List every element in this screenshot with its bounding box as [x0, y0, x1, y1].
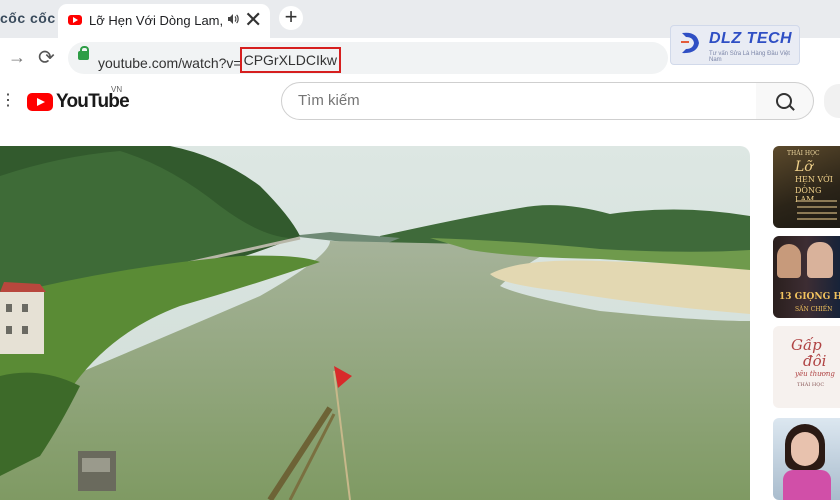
recommended-video-thumbnail[interactable]: THÁI HỌC Lỡ HẸN VỚI DÒNG LAM [773, 146, 840, 228]
address-bar[interactable]: youtube.com/watch?v= CPGrXLDCIkw [68, 42, 668, 74]
youtube-header: ⋮ YouTube VN Tìm kiếm [0, 78, 840, 126]
search-icon [776, 93, 792, 109]
new-tab-button[interactable]: + [279, 6, 303, 30]
watermark-name: DLZ TECH [709, 30, 793, 47]
tab-title: Lỡ Hẹn Với Dòng Lam, Tìm [89, 13, 224, 28]
video-id-highlight: CPGrXLDCIkw [239, 47, 341, 73]
thumb-text: đôi [803, 352, 827, 370]
close-tab-icon[interactable]: ✕ [244, 7, 262, 33]
recommended-video-thumbnail[interactable]: 13 GIỌNG HÁT SẤN CHIẾN [773, 236, 840, 318]
youtube-favicon-icon [68, 15, 82, 25]
recommended-video-thumbnail[interactable] [773, 418, 840, 500]
dlz-logo-icon [681, 32, 699, 54]
reload-icon[interactable]: ⟳ [38, 45, 55, 70]
search-button[interactable] [756, 82, 814, 120]
url-prefix: youtube.com/watch?v= [98, 55, 242, 71]
speaker-icon[interactable] [227, 13, 239, 28]
thumb-text: SẤN CHIẾN [795, 306, 833, 313]
forward-arrow-icon[interactable]: → [8, 47, 26, 68]
watermark-tagline: Tư vấn Sửa Là Hàng Đầu Việt Nam [709, 51, 790, 63]
thumb-text: 13 GIỌNG HÁT [779, 292, 840, 302]
thumb-text: HẸN VỚI [795, 175, 833, 184]
thumb-text: yêu thương [795, 370, 835, 378]
country-code: VN [111, 85, 123, 94]
thumb-text: Lỡ [795, 159, 813, 175]
url-text[interactable]: youtube.com/watch?v= CPGrXLDCIkw [98, 47, 341, 76]
recommended-video-thumbnail[interactable]: Gấp đôi yêu thương THÁI HỌC [773, 326, 840, 408]
search-placeholder: Tìm kiếm [298, 92, 360, 109]
thumb-text: THÁI HỌC [787, 150, 820, 157]
dlz-tech-watermark: DLZ TECH Tư vấn Sửa Là Hàng Đầu Việt Nam [670, 25, 800, 65]
hamburger-menu-icon[interactable]: ⋮ [0, 90, 16, 110]
lock-icon[interactable] [78, 46, 89, 60]
search-input[interactable]: Tìm kiếm [281, 82, 757, 120]
browser-brand: cốc cốc [0, 10, 56, 26]
browser-tab-active[interactable]: Lỡ Hẹn Với Dòng Lam, Tìm ✕ [58, 4, 270, 38]
video-player[interactable] [0, 146, 750, 500]
voice-search-button[interactable] [824, 84, 840, 118]
youtube-wordmark: YouTube [56, 91, 130, 112]
youtube-play-icon [27, 93, 53, 111]
thumb-text: THÁI HỌC [797, 382, 825, 388]
video-frame [0, 146, 750, 500]
